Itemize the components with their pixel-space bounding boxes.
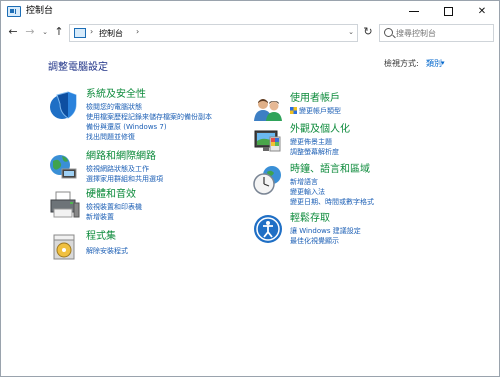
view-by-label: 檢視方式:: [384, 59, 419, 68]
link-label[interactable]: 變更帳戶類型: [299, 107, 341, 115]
category-title[interactable]: 外觀及個人化: [290, 124, 350, 136]
link-change-date-format[interactable]: 變更日期、時間或數字格式: [290, 198, 374, 207]
network-globe-icon[interactable]: [48, 151, 80, 183]
category-hardware-sound: 硬體和音效 檢視裝置和印表機 新增裝置: [48, 189, 248, 223]
link-network-status[interactable]: 檢視網路狀態及工作: [86, 165, 149, 174]
back-button[interactable]: ←: [6, 25, 20, 39]
view-by-dropdown[interactable]: 類別: [426, 58, 442, 69]
programs-disc-icon[interactable]: [48, 231, 80, 263]
minimize-icon: [409, 11, 419, 12]
uac-shield-icon: [290, 107, 297, 114]
link-homegroup-sharing[interactable]: 選擇家用群組和共用選項: [86, 175, 163, 184]
category-title[interactable]: 網路和網際網路: [86, 151, 156, 163]
shield-icon[interactable]: [48, 89, 80, 121]
category-title[interactable]: 系統及安全性: [86, 89, 146, 101]
link-devices-printers[interactable]: 檢視裝置和印表機: [86, 203, 142, 212]
forward-button[interactable]: →: [23, 25, 37, 39]
ease-of-access-icon[interactable]: [252, 213, 284, 245]
recent-locations-button[interactable]: ⌄: [38, 25, 52, 39]
link-review-status[interactable]: 檢閱您的電腦狀態: [86, 103, 142, 112]
title-bar[interactable]: 控制台 ✕: [1, 1, 499, 22]
category-title[interactable]: 硬體和音效: [86, 189, 136, 201]
navigation-bar: ← → ⌄ ↑ › 控制台 › ⌄ ↻: [1, 22, 499, 44]
category-title[interactable]: 使用者帳戶: [290, 93, 340, 105]
category-title[interactable]: 時鐘、語言和區域: [290, 164, 370, 176]
link-file-history[interactable]: 使用檔案歷程記錄來儲存檔案的備份副本: [86, 113, 212, 122]
breadcrumb-separator[interactable]: ›: [90, 27, 93, 36]
search-box[interactable]: [379, 24, 494, 42]
link-add-language[interactable]: 新增語言: [290, 178, 318, 187]
link-windows-suggest-settings[interactable]: 讓 Windows 建議設定: [290, 227, 361, 236]
category-ease-of-access: 輕鬆存取 讓 Windows 建議設定 最佳化視覺顯示: [252, 213, 452, 247]
window-title: 控制台: [26, 6, 54, 16]
maximize-button[interactable]: [431, 1, 465, 22]
category-title[interactable]: 輕鬆存取: [290, 213, 330, 225]
chevron-down-icon[interactable]: ▾: [441, 59, 445, 67]
control-panel-window: 控制台 ✕ ← → ⌄ ↑ › 控制台 › ⌄ ↻ 調整電腦設定 檢視方式: 類…: [0, 0, 500, 377]
link-uninstall-program[interactable]: 解除安裝程式: [86, 247, 128, 256]
category-appearance-personalization: 外觀及個人化 變更佈景主題 調整螢幕解析度: [252, 124, 452, 158]
category-clock-language-region: 時鐘、語言和區域 新增語言 變更輸入法 變更日期、時間或數字格式: [252, 164, 452, 208]
clock-globe-icon[interactable]: [252, 164, 284, 196]
link-change-theme[interactable]: 變更佈景主題: [290, 138, 332, 147]
chevron-down-icon[interactable]: ⌄: [348, 28, 354, 36]
link-change-account-type[interactable]: 變更帳戶類型: [290, 107, 341, 116]
refresh-button[interactable]: ↻: [361, 25, 375, 39]
address-bar[interactable]: › 控制台 › ⌄: [69, 24, 358, 42]
close-button[interactable]: ✕: [465, 1, 499, 22]
category-network-internet: 網路和網際網路 檢視網路狀態及工作 選擇家用群組和共用選項: [48, 151, 248, 185]
page-title: 調整電腦設定: [48, 62, 108, 73]
appearance-monitor-icon[interactable]: [252, 124, 284, 156]
search-input[interactable]: [396, 26, 491, 40]
category-system-security: 系統及安全性 檢閱您的電腦狀態 使用檔案歷程記錄來儲存檔案的備份副本 備份與還原…: [48, 89, 248, 149]
search-icon: [384, 28, 393, 37]
link-add-device[interactable]: 新增裝置: [86, 213, 114, 222]
printer-icon[interactable]: [48, 189, 80, 221]
minimize-button[interactable]: [397, 1, 431, 22]
close-icon: ✕: [477, 6, 487, 17]
control-panel-app-icon: [7, 6, 21, 17]
category-title[interactable]: 程式集: [86, 231, 116, 243]
category-user-accounts: 使用者帳戶 變更帳戶類型: [252, 93, 452, 123]
link-screen-resolution[interactable]: 調整螢幕解析度: [290, 148, 339, 157]
link-change-input-method[interactable]: 變更輸入法: [290, 188, 325, 197]
link-troubleshoot[interactable]: 找出問題並修復: [86, 133, 135, 142]
breadcrumb-separator[interactable]: ›: [136, 27, 139, 36]
maximize-icon: [443, 7, 453, 16]
category-programs: 程式集 解除安裝程式: [48, 231, 248, 265]
control-panel-small-icon: [74, 28, 86, 38]
link-optimize-visual-display[interactable]: 最佳化視覺顯示: [290, 237, 339, 246]
link-backup-restore[interactable]: 備份與還原 (Windows 7): [86, 123, 167, 132]
breadcrumb-control-panel[interactable]: 控制台: [99, 28, 123, 39]
users-icon[interactable]: [252, 93, 284, 125]
up-button[interactable]: ↑: [52, 25, 66, 39]
